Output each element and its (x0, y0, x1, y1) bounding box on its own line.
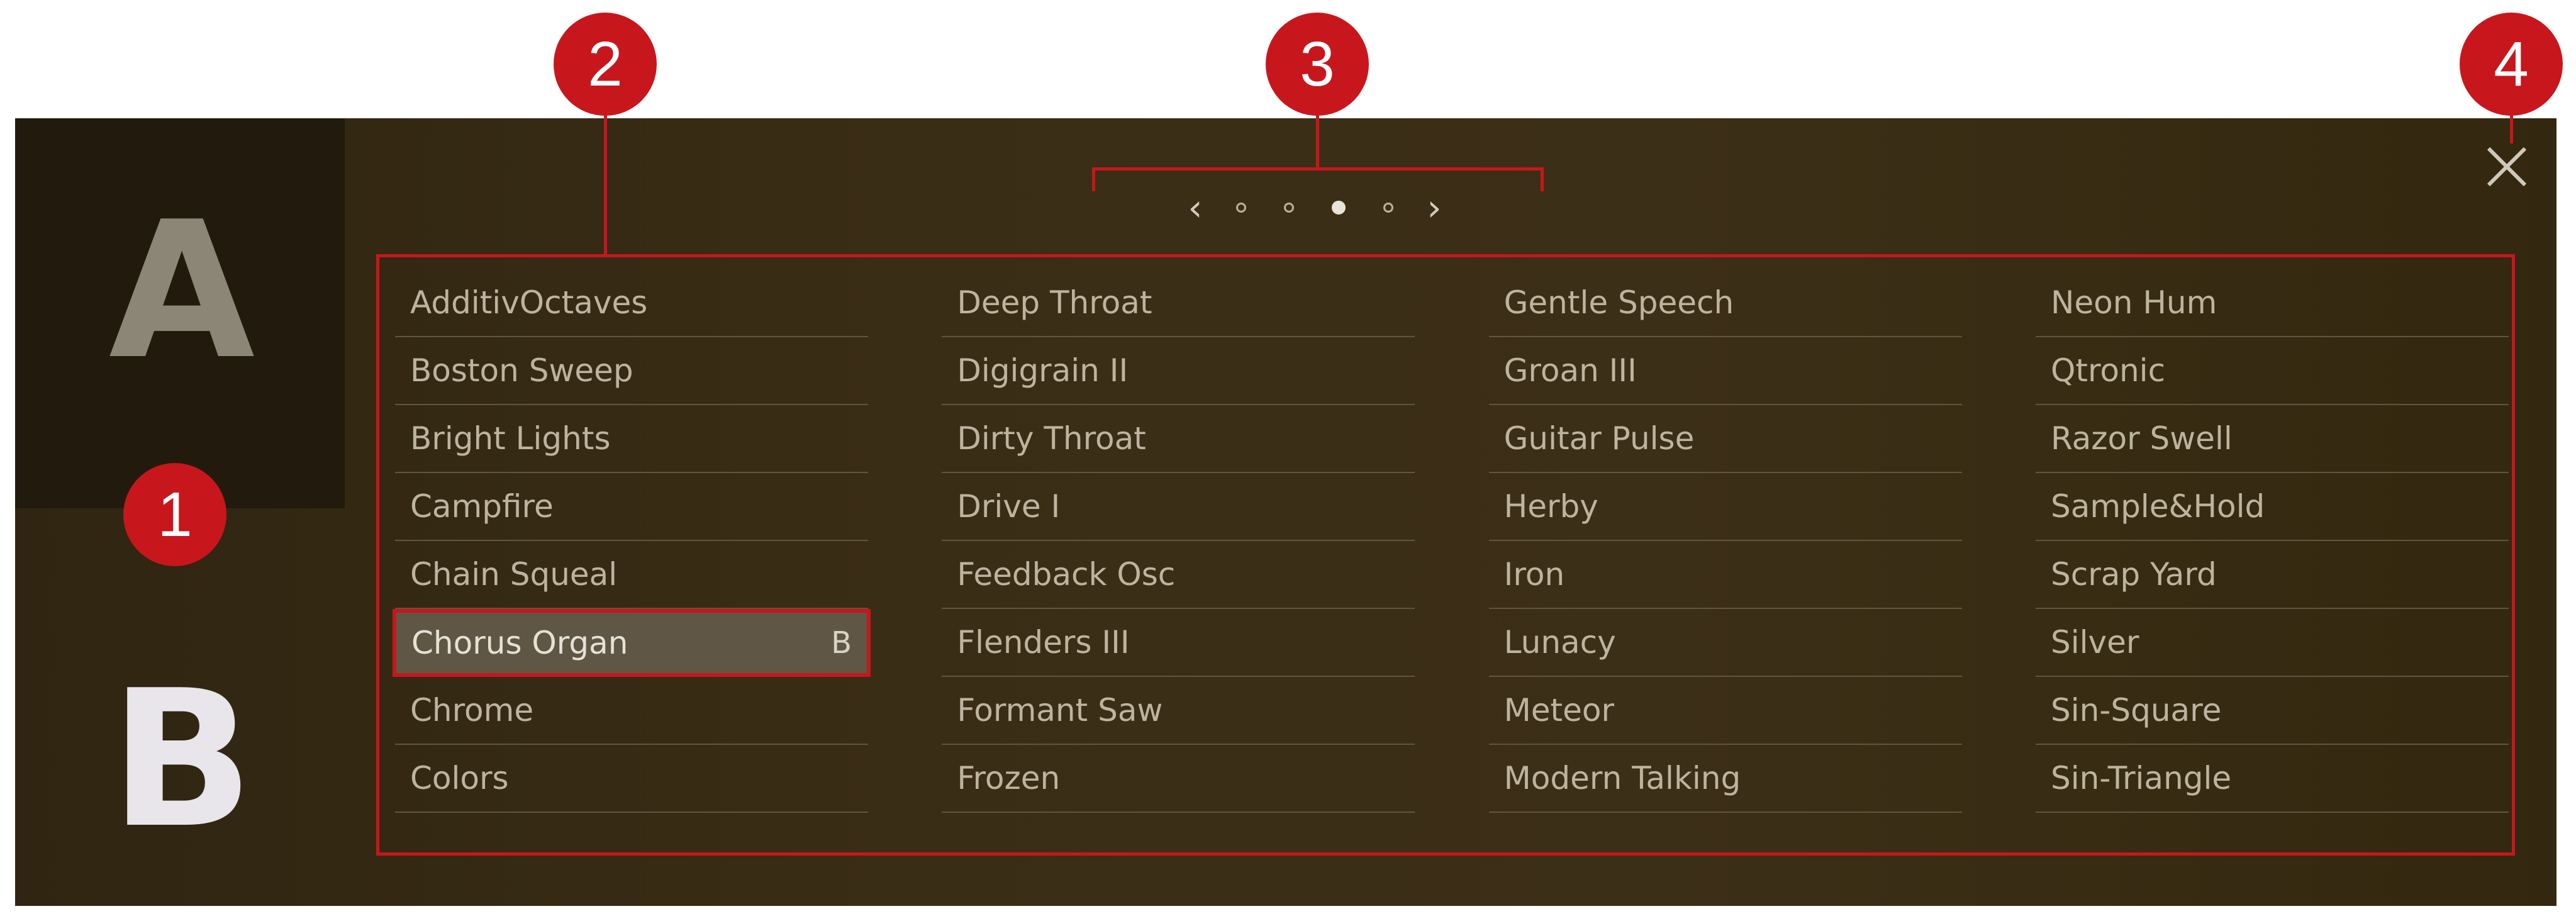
page-dot[interactable] (1383, 203, 1393, 213)
callout-3-bracket-left (1092, 167, 1095, 191)
callout-number: 1 (157, 479, 192, 550)
callout-3-leader (1316, 107, 1319, 169)
page-navigator: ‹ › (1145, 187, 1485, 228)
close-icon[interactable] (2485, 145, 2529, 189)
callout-badge: 3 (1266, 13, 1369, 116)
slot-a-selector[interactable]: A (15, 118, 345, 508)
page-dot-current[interactable] (1332, 201, 1346, 215)
chevron-left-icon[interactable]: ‹ (1173, 189, 1217, 226)
callout-3-bracket-right (1541, 167, 1544, 191)
callout-2-frame (376, 254, 2515, 856)
slot-b-label: B (109, 650, 254, 869)
callout-number: 4 (2494, 28, 2529, 99)
callout-badge: 2 (554, 13, 657, 116)
callout-number: 2 (588, 28, 623, 99)
callout-number: 3 (1300, 28, 1335, 99)
page-dot[interactable] (1284, 203, 1294, 213)
slot-a-label: A (108, 181, 255, 401)
page-dot[interactable] (1236, 203, 1246, 213)
callout-badge: 4 (2460, 13, 2563, 116)
callout-badge: 1 (123, 463, 226, 566)
chevron-right-icon[interactable]: › (1412, 189, 1456, 226)
slot-b-selector[interactable]: B (15, 666, 345, 898)
callout-2-leader (604, 101, 607, 255)
